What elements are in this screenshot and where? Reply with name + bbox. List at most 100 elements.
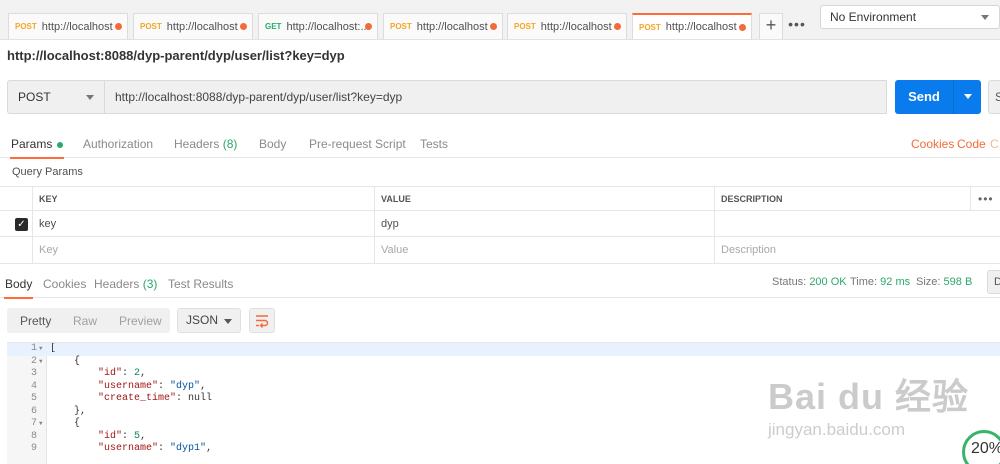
size-label: Size: bbox=[916, 276, 941, 288]
request-tab[interactable]: POST http://localhost bbox=[507, 13, 627, 39]
request-tab-active[interactable]: POST http://localhost bbox=[632, 13, 752, 39]
request-tab[interactable]: GET http://localhost:... bbox=[258, 13, 378, 39]
truncated-link[interactable]: C bbox=[990, 137, 999, 151]
add-tab-button[interactable]: + bbox=[759, 13, 783, 39]
code-link[interactable]: Code bbox=[957, 137, 986, 151]
tab-label: http://localhost:... bbox=[286, 20, 370, 33]
response-tab-body[interactable]: Body bbox=[3, 277, 34, 299]
status-label: Status: bbox=[772, 276, 807, 288]
url-input[interactable] bbox=[105, 80, 887, 114]
tab-headers[interactable]: Headers (8) bbox=[174, 137, 237, 151]
code-text: "id": 5, bbox=[50, 431, 146, 444]
code-text: }, bbox=[50, 405, 87, 417]
code-text: "create_time": null bbox=[50, 393, 212, 406]
response-body-viewer[interactable]: 1 ▼ [ 2 ▼ { 3 "id": 2, 4 "username": "dy… bbox=[7, 342, 1000, 464]
tab-method: POST bbox=[15, 22, 37, 31]
unsaved-dot-icon bbox=[115, 23, 122, 30]
method-label: POST bbox=[18, 90, 51, 104]
download-button[interactable]: D bbox=[987, 270, 1000, 294]
request-tab[interactable]: POST http://localhost bbox=[8, 13, 128, 39]
time-label: Time: bbox=[850, 276, 878, 288]
view-pretty[interactable]: Pretty bbox=[20, 314, 51, 328]
response-headers-count: (3) bbox=[142, 277, 158, 291]
tab-label: http://localhost bbox=[166, 20, 238, 33]
code-line: 3 "id": 2, bbox=[7, 368, 1000, 381]
more-tabs-button[interactable]: ••• bbox=[785, 13, 809, 39]
tab-method: POST bbox=[140, 22, 162, 31]
json-value: 2 bbox=[134, 368, 141, 379]
response-status: Status: 200 OK bbox=[772, 276, 847, 288]
request-tab[interactable]: POST http://localhost bbox=[383, 13, 503, 39]
wrap-lines-button[interactable] bbox=[249, 308, 275, 333]
format-select[interactable]: JSON bbox=[177, 308, 241, 333]
param-value-placeholder[interactable]: Value bbox=[374, 237, 714, 263]
param-value-field[interactable]: dyp bbox=[374, 211, 714, 236]
line-number: 9 bbox=[30, 443, 37, 454]
tab-method: POST bbox=[514, 22, 536, 31]
response-tab-test-results[interactable]: Test Results bbox=[168, 277, 233, 291]
line-number: 3 bbox=[30, 368, 37, 379]
code-text: { bbox=[50, 418, 81, 429]
chevron-down-icon bbox=[981, 15, 989, 20]
fold-arrow-icon[interactable]: ▼ bbox=[39, 356, 43, 369]
json-sep: : bbox=[158, 380, 171, 392]
column-header-description: DESCRIPTION bbox=[714, 187, 970, 210]
code-text: "username": "dyp1", bbox=[50, 443, 212, 456]
param-description-placeholder[interactable]: Description bbox=[714, 237, 1000, 263]
tab-label: http://localhost bbox=[41, 20, 113, 33]
row-checkbox[interactable]: ✓ bbox=[15, 218, 28, 231]
tab-method: GET bbox=[265, 22, 282, 31]
tab-body[interactable]: Body bbox=[259, 137, 286, 151]
response-tab-headers[interactable]: Headers (3) bbox=[94, 277, 157, 291]
tab-tests[interactable]: Tests bbox=[420, 137, 448, 151]
param-key-placeholder[interactable]: Key bbox=[32, 237, 374, 263]
param-description-field[interactable] bbox=[714, 211, 1000, 236]
param-key-field[interactable]: key bbox=[32, 211, 374, 236]
view-mode-group: Pretty Raw Preview bbox=[7, 308, 170, 333]
send-button[interactable]: Send bbox=[895, 80, 953, 114]
view-raw[interactable]: Raw bbox=[73, 314, 97, 328]
request-tab-bar: POST http://localhost POST http://localh… bbox=[0, 0, 1000, 40]
table-more-button[interactable]: ••• bbox=[978, 187, 994, 210]
headers-count: (8) bbox=[222, 137, 238, 151]
line-number: 4 bbox=[30, 380, 37, 392]
code-line: 4 "username": "dyp", bbox=[7, 381, 1000, 394]
wrap-lines-icon bbox=[256, 315, 269, 328]
send-options-button[interactable] bbox=[953, 80, 981, 114]
line-number: 7 bbox=[30, 418, 37, 429]
tab-authorization[interactable]: Authorization bbox=[83, 137, 153, 151]
code-text: { bbox=[50, 355, 81, 367]
line-number: 8 bbox=[30, 430, 37, 442]
tab-prerequest-script[interactable]: Pre-request Script bbox=[309, 137, 406, 151]
request-tab[interactable]: POST http://localhost bbox=[133, 13, 253, 39]
json-value: "dyp" bbox=[170, 380, 201, 392]
cookies-link[interactable]: Cookies bbox=[911, 137, 954, 151]
save-button[interactable]: S bbox=[988, 80, 1000, 114]
tab-params-label: Params bbox=[11, 137, 53, 151]
tab-label: http://localhost bbox=[540, 20, 612, 33]
json-sep: : bbox=[122, 368, 135, 379]
code-text: "username": "dyp", bbox=[50, 381, 206, 394]
tab-params[interactable]: Params bbox=[9, 137, 65, 159]
view-preview[interactable]: Preview bbox=[119, 314, 162, 328]
response-tab-cookies[interactable]: Cookies bbox=[43, 277, 86, 291]
environment-label: No Environment bbox=[830, 10, 917, 24]
fold-arrow-icon[interactable]: ▼ bbox=[39, 418, 43, 431]
json-key: "username" bbox=[98, 443, 159, 454]
code-line: 9 "username": "dyp1", bbox=[7, 443, 1000, 456]
method-select[interactable]: POST bbox=[7, 80, 105, 114]
unsaved-dot-icon bbox=[490, 23, 497, 30]
request-title: http://localhost:8088/dyp-parent/dyp/use… bbox=[7, 48, 345, 63]
fold-arrow-icon[interactable]: ▼ bbox=[39, 343, 43, 356]
progress-percent: 20% bbox=[971, 440, 1000, 457]
environment-select[interactable]: No Environment bbox=[820, 5, 1000, 29]
size-value: 598 B bbox=[943, 276, 973, 288]
unsaved-dot-icon bbox=[240, 23, 247, 30]
table-row: ✓ key dyp bbox=[0, 211, 1000, 237]
json-key: "create_time" bbox=[98, 393, 177, 404]
tab-headers-label: Headers bbox=[174, 137, 220, 151]
time-value: 92 ms bbox=[880, 276, 911, 288]
response-tabs: Body Cookies Headers (3) Test Results St… bbox=[0, 270, 1000, 299]
json-key: "id" bbox=[98, 430, 123, 442]
